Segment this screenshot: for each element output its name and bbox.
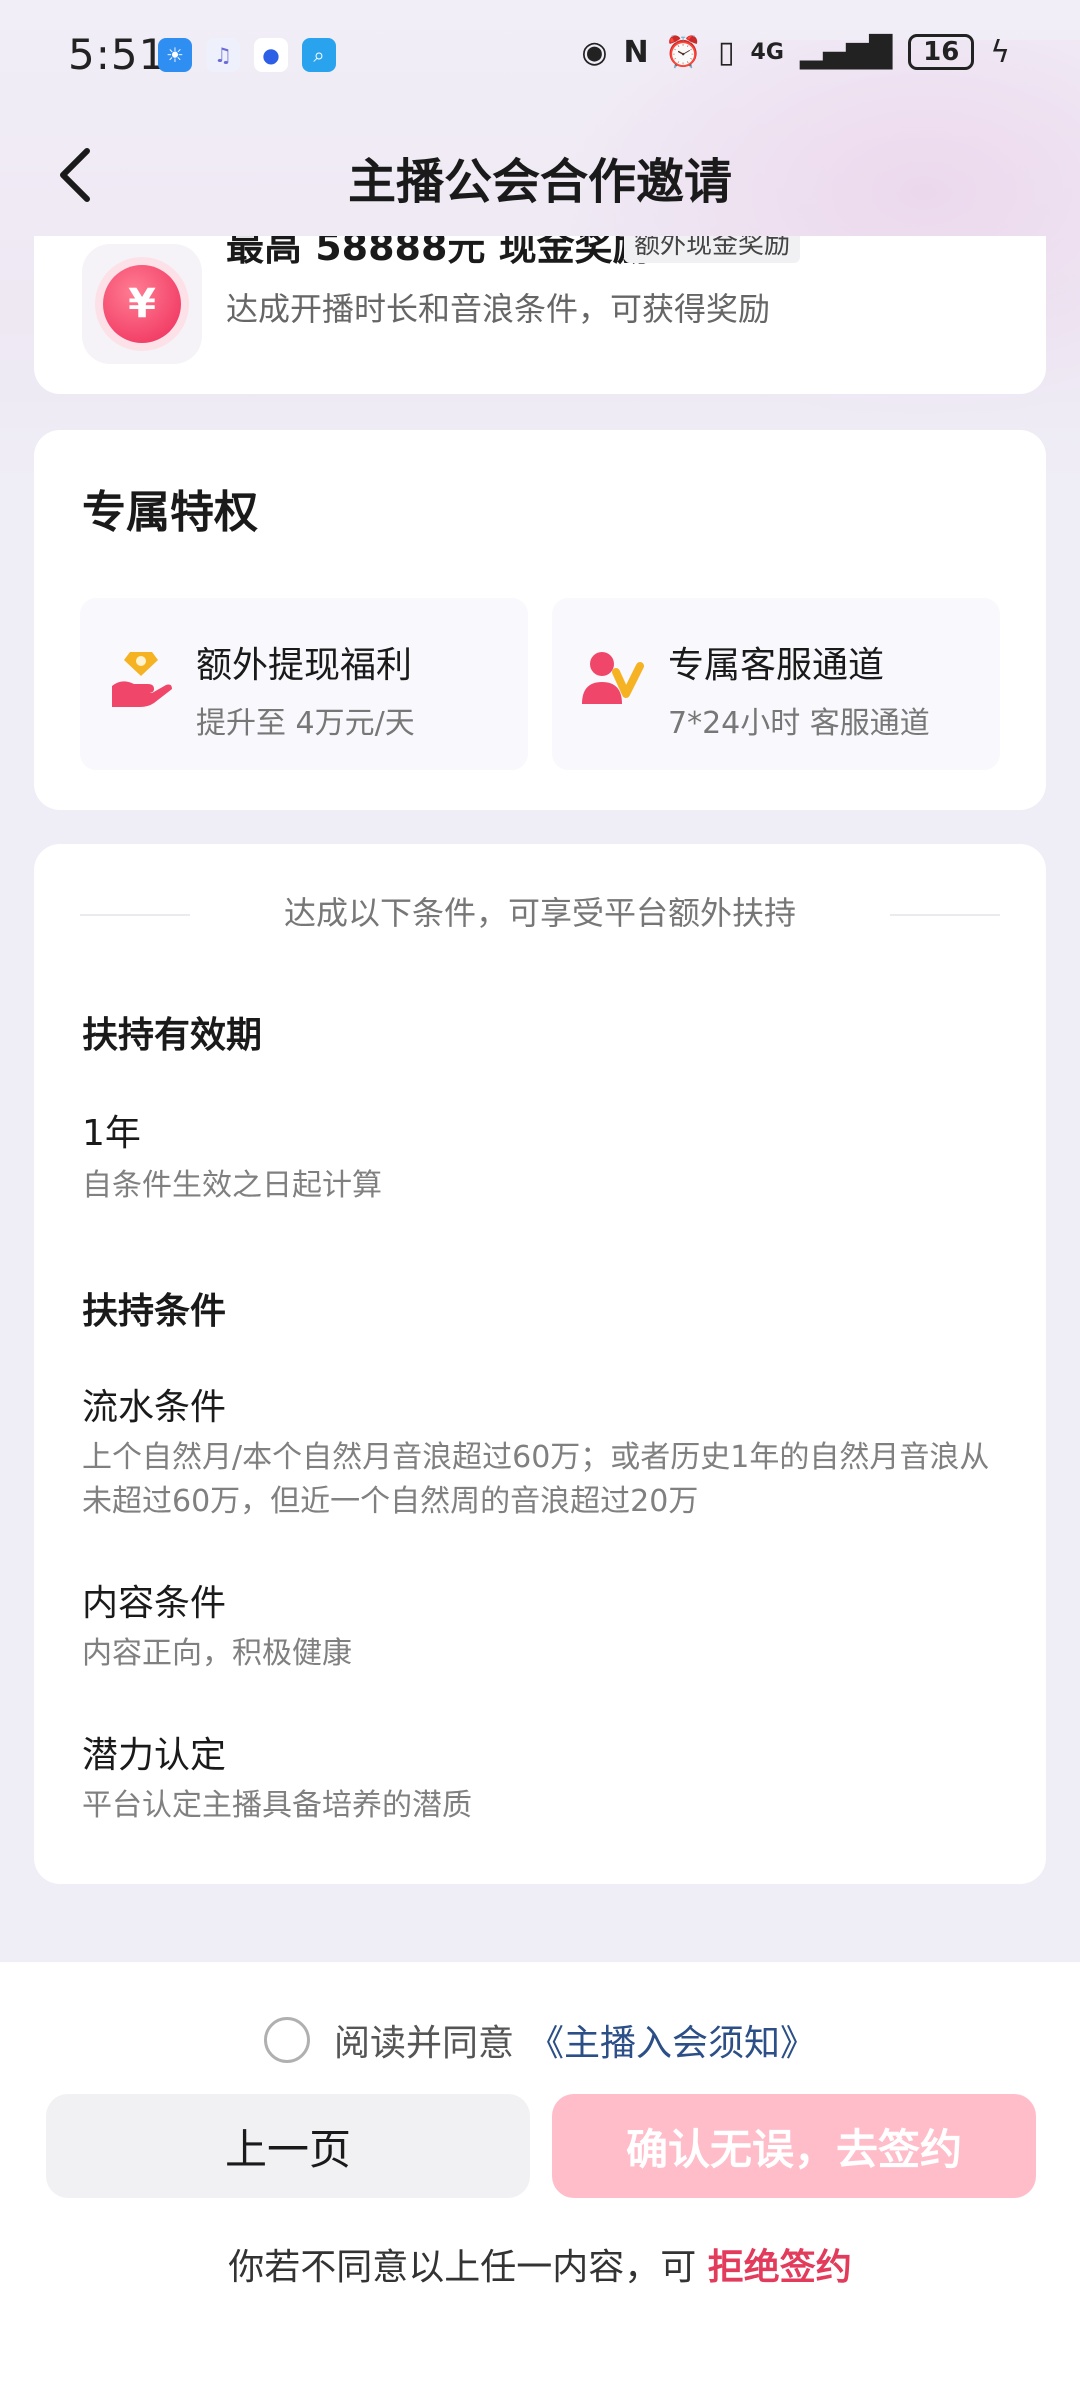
content-scroll-area[interactable]: ¥ 最高 58888元 现金奖励 额外现金奖励 达成开播时长和音浪条件，可获得奖… (0, 236, 1080, 1961)
refuse-row: 你若不同意以上任一内容，可 拒绝签约 (0, 2238, 1080, 2290)
support-conditions-title: 扶持条件 (82, 1291, 227, 1332)
previous-page-button[interactable]: 上一页 (46, 2094, 530, 2198)
agreement-row: 阅读并同意 《主播入会须知》 (0, 2014, 1080, 2066)
privileges-card: 专属特权 额外提现福利 提升至 4万元/天 专属客服通道 7*24小时 客服通道 (34, 430, 1046, 810)
reward-tag: 额外现金奖励 (624, 236, 801, 263)
confirm-sign-button[interactable]: 确认无误，去签约 (552, 2094, 1036, 2198)
refuse-sign-link[interactable]: 拒绝签约 (708, 2247, 852, 2288)
reward-card: ¥ 最高 58888元 现金奖励 额外现金奖励 达成开播时长和音浪条件，可获得奖… (34, 236, 1046, 394)
alarm-icon: ⏰ (664, 34, 703, 70)
weather-app-icon: ☀ (158, 38, 192, 72)
privilege-item-withdraw: 额外提现福利 提升至 4万元/天 (80, 598, 528, 770)
member-notice-link[interactable]: 《主播入会须知》 (528, 2014, 816, 2066)
conditions-card: 达成以下条件，可享受平台额外扶持 扶持有效期 1年 自条件生效之日起计算 扶持条… (34, 844, 1046, 1884)
status-time: 5:51 (68, 30, 167, 79)
battery-icon: 16 (908, 34, 975, 70)
reward-title: 最高 58888元 现金奖励 (226, 236, 651, 269)
status-indicators: ◉ N ⏰ ▯ 4G ▂▄▆█ 16 ϟ (581, 34, 1010, 70)
yuan-coin-icon: ¥ (103, 265, 181, 343)
privilege-sub: 7*24小时 客服通道 (668, 706, 930, 741)
privilege-item-service: 专属客服通道 7*24小时 客服通道 (552, 598, 1000, 770)
condition-name-revenue: 流水条件 (82, 1387, 227, 1428)
validity-description: 自条件生效之日起计算 (82, 1168, 382, 1203)
condition-desc-content: 内容正向，积极健康 (82, 1636, 352, 1671)
search-app-icon: ⌕ (302, 38, 336, 72)
bottom-action-bar: 阅读并同意 《主播入会须知》 上一页 确认无误，去签约 你若不同意以上任一内容，… (0, 1962, 1080, 2403)
condition-name-content: 内容条件 (82, 1583, 227, 1624)
vibrate-icon: ▯ (718, 34, 735, 70)
validity-title: 扶持有效期 (82, 1015, 263, 1056)
reward-icon: ¥ (82, 244, 202, 364)
status-app-icons: ☀ ♫ ● ⌕ (158, 38, 336, 72)
condition-desc-potential: 平台认定主播具备培养的潜质 (82, 1788, 472, 1823)
condition-name-potential: 潜力认定 (82, 1735, 227, 1776)
charging-icon: ϟ (990, 34, 1010, 70)
privileges-title: 专属特权 (82, 487, 258, 538)
vip-user-icon (582, 652, 644, 704)
header: 主播公会合作邀请 (0, 120, 1080, 230)
privilege-sub: 提升至 4万元/天 (196, 706, 415, 741)
conditions-heading: 达成以下条件，可享受平台额外扶持 (283, 894, 796, 932)
refuse-text: 你若不同意以上任一内容，可 (228, 2247, 697, 2288)
nfc-icon: N (623, 34, 649, 70)
hand-coin-icon (112, 652, 172, 707)
status-bar: 5:51 ☀ ♫ ● ⌕ ◉ N ⏰ ▯ 4G ▂▄▆█ 16 ϟ (0, 0, 1080, 110)
agree-checkbox[interactable] (263, 2017, 310, 2063)
condition-desc-revenue: 上个自然月/本个自然月音浪超过60万；或者历史1年的自然月音浪从未超过60万，但… (82, 1440, 990, 1519)
music-app-icon: ♫ (206, 38, 240, 72)
agree-text: 阅读并同意 (333, 2023, 514, 2064)
eye-icon: ◉ (581, 34, 608, 70)
page-title: 主播公会合作邀请 (347, 154, 732, 210)
browser-app-icon: ● (254, 38, 288, 72)
validity-value: 1年 (82, 1113, 141, 1154)
reward-description: 达成开播时长和音浪条件，可获得奖励 (226, 290, 771, 328)
privilege-name: 专属客服通道 (668, 645, 885, 686)
privilege-name: 额外提现福利 (196, 645, 413, 686)
signal-icon: 4G (750, 39, 784, 65)
signal-bars-icon: ▂▄▆█ (799, 34, 893, 70)
battery-level: 16 (923, 37, 960, 67)
